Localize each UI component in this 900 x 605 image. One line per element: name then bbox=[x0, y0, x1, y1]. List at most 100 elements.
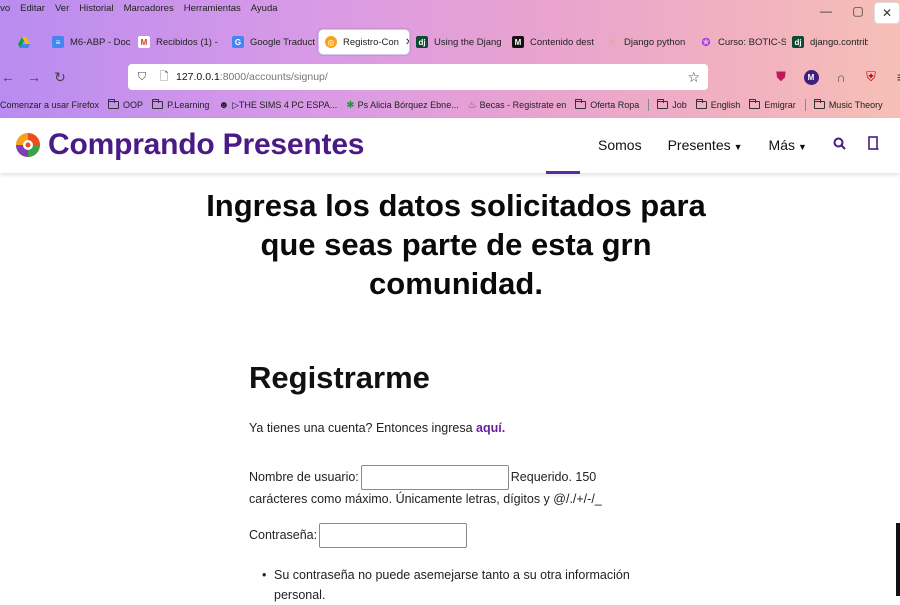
nav-somos[interactable]: Somos bbox=[598, 137, 642, 153]
bookmark-folder-oferta[interactable]: Oferta Ropa bbox=[575, 99, 640, 110]
medium-icon: M bbox=[512, 36, 524, 48]
folder-icon bbox=[749, 99, 761, 109]
bookmark-star-icon[interactable]: ☆ bbox=[687, 69, 700, 86]
nav-mas[interactable]: Más ▼ bbox=[769, 137, 807, 153]
bookmark-sims[interactable]: ☻ ▷THE SIMS 4 PC ESPA... bbox=[218, 100, 337, 111]
hand-icon: ☝ bbox=[608, 36, 616, 49]
password-rule-text-cont: personal. bbox=[274, 588, 326, 602]
udemy-icon: ✪ bbox=[701, 36, 711, 49]
flame-icon: ♨ bbox=[467, 99, 477, 111]
account-avatar[interactable]: M bbox=[800, 66, 822, 88]
bookmark-label: Emigrar bbox=[764, 100, 796, 110]
bookmark-label: P.Learning bbox=[167, 100, 210, 110]
toolbar-extensions: ⛊ M ∩ ⛨ ≡ bbox=[770, 66, 900, 88]
bookmark-label: Comenzar a usar Firefox bbox=[0, 100, 100, 110]
window-controls: — ▢ ✕ bbox=[810, 0, 900, 26]
hamburger-menu-icon[interactable]: ≡ bbox=[890, 66, 900, 88]
password-input[interactable] bbox=[319, 523, 468, 548]
tab-label: Curso: BOTIC-S bbox=[718, 36, 786, 48]
bookmark-becas[interactable]: ♨ Becas - Registrate en bbox=[468, 100, 567, 111]
url-text[interactable]: 127.0.0.1:8000/accounts/signup/ bbox=[176, 71, 328, 83]
bookmark-label: Oferta Ropa bbox=[590, 100, 640, 110]
password-row: Contraseña: bbox=[249, 523, 468, 548]
tab-drive[interactable] bbox=[0, 29, 46, 55]
bookmark-folder-plearning[interactable]: P.Learning bbox=[152, 99, 210, 110]
tab-medium[interactable]: M Contenido dest bbox=[506, 29, 600, 55]
ublock-icon[interactable]: ⛨ bbox=[860, 66, 882, 88]
login-link[interactable]: aquí. bbox=[476, 421, 505, 435]
url-host: 127.0.0.1 bbox=[176, 71, 220, 83]
nav-presentes[interactable]: Presentes ▼ bbox=[668, 137, 743, 153]
bookmark-firefox[interactable]: Comenzar a usar Firefox bbox=[0, 100, 99, 110]
bookmark-alicia[interactable]: ✱ Ps Alicia Bórquez Ebne... bbox=[346, 100, 458, 111]
menu-archivo[interactable]: ivo bbox=[0, 3, 10, 14]
bookmark-folder-music[interactable]: Music Theory bbox=[813, 99, 883, 110]
bookmark-label: ▷THE SIMS 4 PC ESPA... bbox=[231, 99, 338, 110]
gmail-icon: M bbox=[138, 36, 150, 48]
brand-link[interactable]: Comprando Presentes bbox=[14, 128, 364, 162]
folder-icon bbox=[575, 99, 587, 109]
bookmark-folder-english[interactable]: English bbox=[695, 99, 740, 110]
browser-chrome: ivo Editar Ver Historial Marcadores Herr… bbox=[0, 0, 900, 118]
site-menu: Somos Presentes ▼ Más ▼ bbox=[598, 136, 900, 153]
pocket-icon[interactable]: ⛊ bbox=[770, 66, 792, 88]
bookmark-folder-emigrar[interactable]: Emigrar bbox=[749, 99, 796, 110]
shield-icon[interactable]: ⛉ bbox=[134, 71, 150, 84]
tab-label: django.contrib bbox=[810, 36, 868, 48]
site-logo-icon: ◎ bbox=[325, 36, 337, 48]
django-icon: dj bbox=[416, 36, 428, 48]
menu-historial[interactable]: Historial bbox=[79, 3, 113, 14]
tab-label: Django python bbox=[624, 36, 686, 48]
search-icon[interactable] bbox=[833, 137, 846, 153]
nav-mas-label: Más bbox=[768, 136, 795, 153]
bookmark-label: Ps Alicia Bórquez Ebne... bbox=[357, 100, 459, 110]
tab-django-using[interactable]: dj Using the Djang bbox=[410, 29, 506, 55]
menu-editar[interactable]: Editar bbox=[20, 3, 45, 14]
browser-menubar: ivo Editar Ver Historial Marcadores Herr… bbox=[0, 0, 900, 16]
star-icon: ✱ bbox=[346, 99, 355, 111]
tab-label: M6-ABP - Doc bbox=[70, 36, 131, 48]
password-rule: Su contraseña no puede asemejarse tanto … bbox=[262, 565, 662, 605]
tab-gmail[interactable]: M Recibidos (1) - bbox=[132, 29, 226, 55]
brand-name: Comprando Presentes bbox=[48, 128, 365, 161]
reload-icon[interactable]: ↻ bbox=[48, 65, 72, 89]
caret-down-icon: ▼ bbox=[733, 141, 743, 152]
menu-marcadores[interactable]: Marcadores bbox=[124, 3, 174, 14]
folder-icon bbox=[813, 99, 825, 109]
tab-django-python[interactable]: ☝ Django python bbox=[600, 29, 694, 55]
tab-django-contrib[interactable]: dj django.contrib bbox=[786, 29, 868, 55]
username-input[interactable] bbox=[360, 465, 509, 490]
tab-translate[interactable]: G Google Traduct bbox=[226, 29, 318, 55]
extension-icon[interactable]: ∩ bbox=[830, 66, 852, 88]
password-rule-text: Su contraseña no puede asemejarse tanto … bbox=[274, 568, 630, 582]
sims-icon: ☻ bbox=[218, 99, 229, 111]
minimize-icon[interactable]: — bbox=[810, 0, 842, 22]
password-label: Contraseña: bbox=[249, 527, 318, 542]
page-headline: Ingresa los datos solicitados para que s… bbox=[206, 188, 706, 301]
avatar-letter-icon: M bbox=[803, 69, 819, 85]
page-info-icon[interactable]: 🗋 bbox=[156, 68, 172, 87]
bookmark-folder-job[interactable]: Job bbox=[657, 99, 687, 110]
door-login-icon[interactable] bbox=[868, 136, 879, 153]
menu-ver[interactable]: Ver bbox=[55, 3, 69, 14]
scrollbar-thumb[interactable] bbox=[896, 523, 900, 596]
url-path: :8000/accounts/signup/ bbox=[219, 71, 328, 83]
tab-label: Contenido dest bbox=[530, 36, 594, 48]
maximize-icon[interactable]: ▢ bbox=[842, 0, 874, 22]
close-window-icon[interactable]: ✕ bbox=[874, 2, 900, 24]
django-icon: dj bbox=[792, 36, 804, 48]
address-bar[interactable]: ⛉ 🗋 127.0.0.1:8000/accounts/signup/ ☆ bbox=[128, 64, 708, 90]
tab-registro-active[interactable]: ◎ Registro-Con ✕ bbox=[318, 29, 410, 55]
back-arrow-icon[interactable]: ← bbox=[0, 65, 20, 89]
forward-arrow-icon[interactable]: → bbox=[22, 65, 46, 89]
tab-docs[interactable]: ≡ M6-ABP - Doc bbox=[46, 29, 132, 55]
username-help-required: Requerido. 150 bbox=[510, 469, 597, 484]
tab-label: Using the Djang bbox=[434, 36, 502, 48]
login-prompt: Ya tienes una cuenta? Entonces ingresa a… bbox=[249, 421, 505, 435]
bookmark-folder-oop[interactable]: OOP bbox=[108, 99, 143, 110]
menu-herramientas[interactable]: Herramientas bbox=[184, 3, 241, 14]
menu-ayuda[interactable]: Ayuda bbox=[251, 3, 278, 14]
bookmark-separator bbox=[804, 99, 806, 111]
tab-udemy[interactable]: ✪ Curso: BOTIC-S bbox=[694, 29, 786, 55]
bookmarks-bar: Comenzar a usar Firefox OOP P.Learning ☻… bbox=[0, 96, 900, 114]
